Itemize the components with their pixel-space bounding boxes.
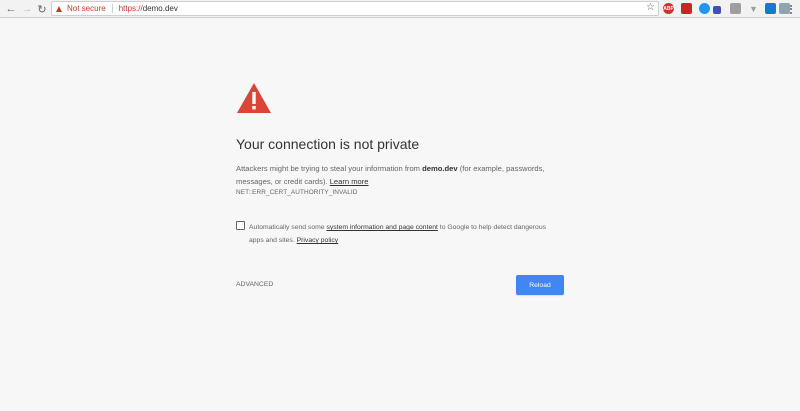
learn-more-link[interactable]: Learn more	[330, 177, 369, 186]
system-information-link[interactable]: system information and page content	[326, 224, 437, 231]
advanced-button[interactable]: ADVANCED	[236, 281, 273, 288]
reload-button[interactable]: Reload	[516, 275, 564, 295]
vimeo-extension-icon[interactable]: ▼	[748, 3, 759, 14]
browser-toolbar: ← → ↻ Not secure https:// demo.dev ☆ ABP…	[0, 0, 800, 18]
url-host: demo.dev	[142, 4, 178, 13]
address-bar[interactable]: Not secure https:// demo.dev ☆	[51, 1, 659, 16]
address-divider	[111, 4, 113, 13]
back-icon[interactable]: ←	[4, 2, 18, 16]
security-warning-icon[interactable]	[56, 5, 62, 12]
extended-reporting-label: Automatically send some system informati…	[249, 221, 549, 247]
explanation-text: Attackers might be trying to steal your …	[236, 162, 546, 188]
reload-icon[interactable]: ↻	[35, 2, 49, 16]
error-code[interactable]: NET::ERR_CERT_AUTHORITY_INVALID	[236, 189, 357, 196]
purple-extension-icon[interactable]	[713, 6, 721, 14]
red-extension-icon[interactable]	[681, 3, 692, 14]
security-status[interactable]: Not secure	[67, 4, 106, 13]
bookmark-star-icon[interactable]: ☆	[646, 2, 655, 13]
url-scheme: https://	[118, 4, 143, 13]
explanation-host: demo.dev	[422, 164, 458, 173]
sync-extension-icon[interactable]	[765, 3, 776, 14]
warning-triangle-icon	[237, 83, 271, 113]
extended-reporting-checkbox[interactable]	[236, 221, 245, 230]
adblock-extension-icon[interactable]: ABP	[663, 3, 674, 14]
forward-icon[interactable]: →	[20, 2, 34, 16]
privacy-policy-link[interactable]: Privacy policy	[297, 237, 339, 244]
camera-extension-icon[interactable]	[730, 3, 741, 14]
checkbox-text-prefix: Automatically send some	[249, 224, 327, 231]
blue-badge-extension-icon[interactable]	[699, 3, 710, 14]
menu-icon[interactable]	[788, 2, 794, 16]
explanation-prefix: Attackers might be trying to steal your …	[236, 164, 423, 173]
page-title: Your connection is not private	[236, 136, 420, 152]
